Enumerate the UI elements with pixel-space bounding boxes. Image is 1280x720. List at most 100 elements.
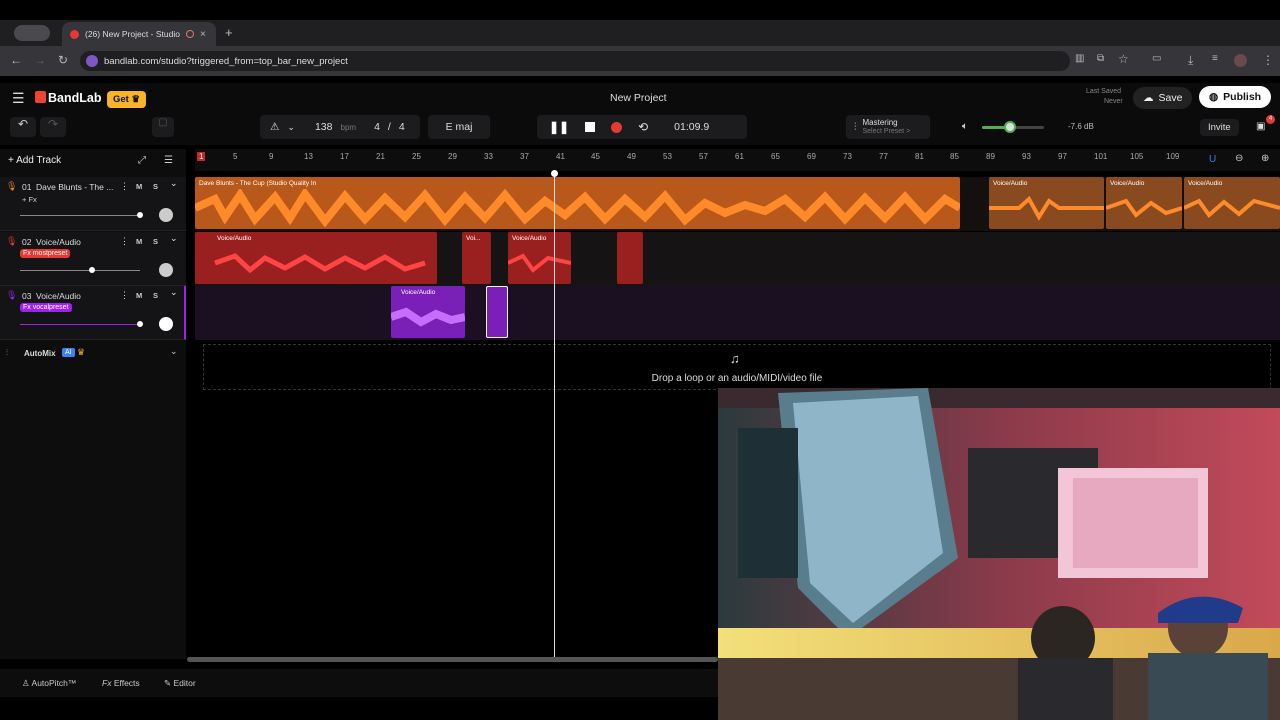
time-signature-denominator[interactable]: 4	[399, 121, 405, 133]
track-name[interactable]: Voice/Audio	[36, 237, 81, 247]
audio-clip[interactable]: Dave Blunts - The Cup (Studio Quality In	[195, 177, 960, 229]
automix-chevron-icon[interactable]: ⌄	[170, 346, 178, 357]
tempo-group[interactable]: ⚠ ⌄ 138 bpm 4 / 4	[260, 115, 420, 139]
pan-knob[interactable]	[159, 208, 173, 222]
track-volume-knob[interactable]	[137, 321, 143, 327]
chevron-down-icon[interactable]: ⌄	[287, 122, 295, 133]
track-volume-slider[interactable]	[20, 270, 140, 271]
playhead[interactable]	[554, 171, 555, 659]
gift-icon[interactable]: ▣	[1256, 121, 1265, 132]
redo-icon[interactable]: ↷	[40, 117, 66, 137]
add-effects-button[interactable]: + Fx	[22, 195, 37, 204]
track-header-2[interactable]: 🎙︎ 02 Voice/Audio ⋮ M S ⌄ Fx mostpreset	[0, 232, 186, 286]
track-options-icon[interactable]: ⋮	[120, 236, 129, 247]
back-icon[interactable]: ←	[10, 53, 22, 67]
playhead-handle[interactable]	[551, 170, 558, 177]
effects-button[interactable]: Fx Effects	[102, 678, 140, 688]
track-options-icon[interactable]: ⋮	[120, 181, 129, 192]
key-selector[interactable]: E maj	[428, 115, 490, 139]
mute-button[interactable]: M	[136, 237, 142, 246]
solo-button[interactable]: S	[153, 237, 158, 246]
reader-mode-icon[interactable]: ▥	[1075, 53, 1084, 64]
audio-clip[interactable]: Voice/Audio	[989, 177, 1104, 229]
metronome-icon[interactable]: ⚠	[270, 121, 279, 133]
time-signature-numerator[interactable]: 4	[374, 121, 380, 133]
track-header-3[interactable]: 🎙︎ 03 Voice/Audio ⋮ M S ⌄ Fx vocalpreset	[0, 286, 186, 340]
pan-knob[interactable]	[159, 317, 173, 331]
track-name[interactable]: Voice/Audio	[36, 291, 81, 301]
audio-clip[interactable]: Voice/Audio	[508, 232, 571, 284]
track-volume-knob[interactable]	[137, 212, 143, 218]
mastering-button[interactable]: ⫶ Mastering Select Preset >	[846, 115, 930, 139]
record-icon[interactable]	[611, 121, 623, 133]
mute-button[interactable]: M	[136, 291, 142, 300]
timeline-ruler[interactable]: 1 5 9 13 17 21 25 29 33 37 41 45 49 53 5…	[195, 149, 1280, 171]
loop-start-marker[interactable]: 1	[197, 152, 206, 161]
expand-chevron-icon[interactable]: ⌄	[170, 287, 178, 298]
expand-chevron-icon[interactable]: ⌄	[170, 178, 178, 189]
effects-preset-tag[interactable]: Fx mostpreset	[20, 249, 71, 258]
automation-icon[interactable]: ⤢	[138, 155, 146, 166]
horizontal-scrollbar[interactable]	[187, 657, 718, 662]
expand-chevron-icon[interactable]: ⌄	[170, 233, 178, 244]
browser-tab-active[interactable]: (26) New Project - Studio ×	[62, 22, 216, 46]
snap-magnet-icon[interactable]: U	[1209, 154, 1216, 165]
track-options-icon[interactable]: ⋮	[120, 290, 129, 301]
speaker-icon[interactable]: 🔈︎	[962, 121, 968, 132]
forward-icon[interactable]: →	[34, 53, 46, 67]
profile-avatar[interactable]	[1234, 54, 1247, 67]
bookmark-star-icon[interactable]: ☆	[1118, 52, 1129, 66]
track-lane-2[interactable]: Voice/Audio Voi... Voice/Audio	[195, 232, 1280, 286]
stop-icon[interactable]	[585, 122, 596, 132]
reload-icon[interactable]: ↻	[58, 53, 68, 67]
track-name[interactable]: Dave Blunts - The ...	[36, 182, 113, 192]
volume-knob[interactable]	[1003, 121, 1016, 133]
pause-icon[interactable]: ❚❚	[549, 120, 569, 134]
editor-button[interactable]: ✎ Editor	[164, 678, 196, 689]
effects-preset-tag[interactable]: Fx vocalpreset	[20, 303, 72, 312]
track-volume-slider[interactable]	[20, 215, 140, 216]
download-icon[interactable]: ⤓	[1188, 53, 1193, 68]
automix-row[interactable]: ⫶ AutoMix AI ♛ ⌄	[0, 346, 186, 364]
site-info-icon[interactable]	[86, 55, 98, 67]
audio-clip[interactable]: Voice/Audio	[1106, 177, 1182, 229]
track-settings-icon[interactable]: ☰	[164, 155, 173, 166]
metronome-settings-icon[interactable]: ▢	[152, 117, 174, 137]
install-app-icon[interactable]: ⧉	[1097, 53, 1104, 64]
brand-name[interactable]: BandLab	[48, 91, 101, 105]
publish-button[interactable]: ◍ Publish	[1199, 86, 1272, 108]
track-lane-3[interactable]: Voice/Audio	[195, 286, 1280, 340]
add-track-button[interactable]: + Add Track	[8, 155, 61, 166]
zoom-out-icon[interactable]: ⊖	[1235, 153, 1243, 164]
track-volume-slider[interactable]	[20, 324, 140, 325]
invite-button[interactable]: Invite	[1200, 119, 1239, 136]
solo-button[interactable]: S	[153, 182, 158, 191]
hamburger-menu-icon[interactable]: ☰	[12, 90, 25, 107]
audio-clip[interactable]: Voice/Audio	[391, 286, 465, 338]
master-volume-slider[interactable]	[982, 121, 1044, 133]
media-control-icon[interactable]: ≡	[1212, 53, 1218, 64]
mute-button[interactable]: M	[136, 182, 142, 191]
bpm-value[interactable]: 138	[315, 121, 333, 133]
get-membership-button[interactable]: Get ♛	[107, 91, 147, 108]
time-display[interactable]: 01:09.9	[674, 121, 709, 133]
undo-icon[interactable]: ↶	[10, 117, 36, 137]
audio-clip[interactable]: Voice/Audio	[1184, 177, 1280, 229]
pan-knob[interactable]	[159, 263, 173, 277]
track-lane-1[interactable]: Dave Blunts - The Cup (Studio Quality In…	[195, 177, 1280, 231]
new-tab-icon[interactable]: +	[225, 25, 233, 40]
track-volume-knob[interactable]	[89, 267, 95, 273]
track-header-1[interactable]: 🎙︎ 01 Dave Blunts - The ... ⋮ M S ⌄ + Fx	[0, 177, 186, 231]
browser-menu-icon[interactable]: ⋮	[1262, 53, 1274, 67]
zoom-in-icon[interactable]: ⊕	[1261, 153, 1269, 164]
url-field[interactable]: bandlab.com/studio?triggered_from=top_ba…	[80, 51, 1070, 71]
save-button[interactable]: ☁ Save	[1133, 87, 1193, 109]
solo-button[interactable]: S	[153, 291, 158, 300]
audio-clip[interactable]: Voice/Audio	[195, 232, 437, 284]
sidepanel-icon[interactable]: ▭	[1152, 53, 1161, 64]
project-title[interactable]: New Project	[610, 92, 667, 104]
autopitch-button[interactable]: ♙ AutoPitch™	[22, 678, 76, 689]
tab-close-icon[interactable]: ×	[200, 29, 206, 40]
loop-icon[interactable]: ⟲	[638, 120, 648, 134]
audio-clip[interactable]	[617, 232, 643, 284]
